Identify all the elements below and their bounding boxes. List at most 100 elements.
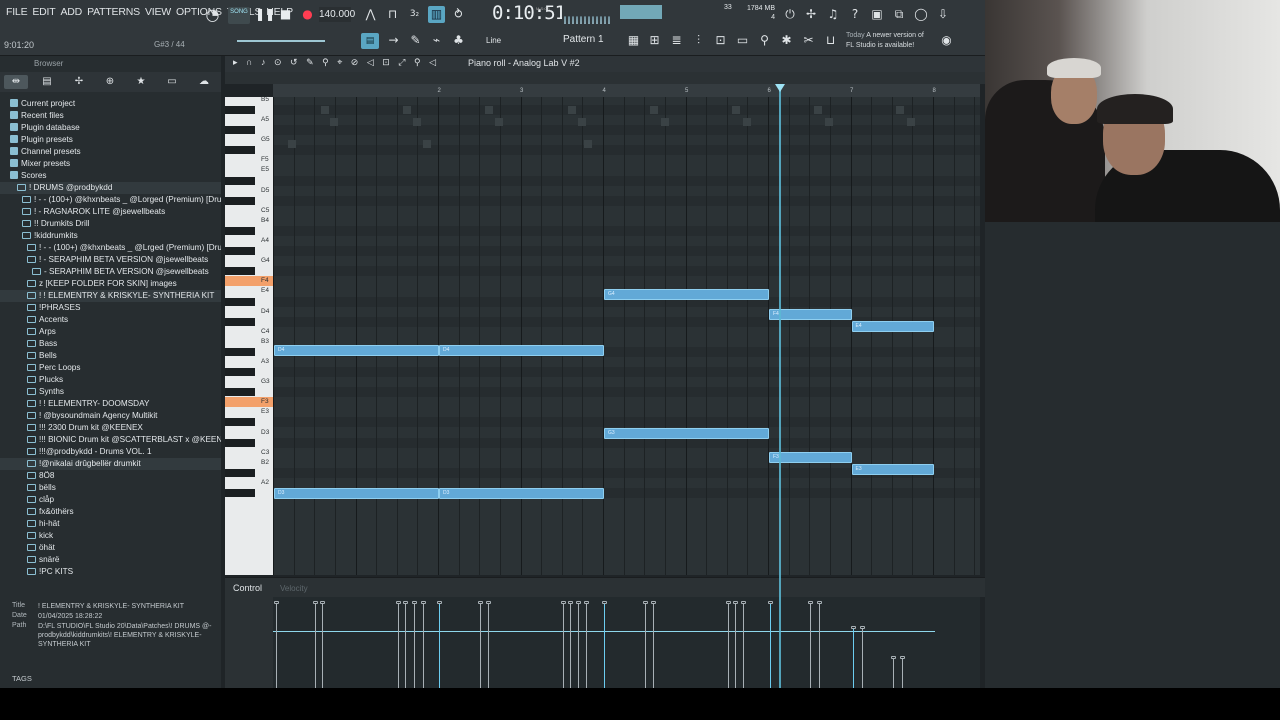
black-key[interactable] <box>225 196 255 205</box>
play-button[interactable]: ❚❚ <box>255 6 275 23</box>
browser-item[interactable]: hi-hät <box>0 518 221 530</box>
menu-patterns[interactable]: PATTERNS <box>87 6 140 18</box>
browser-folder-icon[interactable]: ▭ <box>165 75 179 89</box>
browser-item[interactable]: z [KEEP FOLDER FOR SKIN] images <box>0 278 221 290</box>
line-tool-select[interactable]: Line <box>486 36 501 45</box>
browser-item[interactable]: !!! BIONIC Drum kit @SCATTERBLAST x @KEE… <box>0 434 221 446</box>
velocity-stem[interactable] <box>819 603 820 688</box>
browser-item[interactable]: kick <box>0 530 221 542</box>
piano-roll-icon[interactable]: ⊡ <box>712 32 729 49</box>
velocity-stem[interactable] <box>743 603 744 688</box>
midi-note[interactable]: F3 <box>769 452 852 463</box>
black-key[interactable] <box>225 468 255 477</box>
cut-icon[interactable]: ✂ <box>800 32 817 49</box>
save-icon[interactable]: ▣ <box>869 6 885 22</box>
black-key[interactable] <box>225 126 255 135</box>
velocity-stem[interactable] <box>570 603 571 688</box>
browser-item[interactable]: Channel presets <box>0 146 221 158</box>
velocity-stem[interactable] <box>862 628 863 688</box>
browser-star-icon[interactable]: ★ <box>134 75 148 89</box>
song-toggle[interactable]: SONG <box>228 7 250 24</box>
browser-item[interactable]: !!! 2300 Drum kit @KEENEX <box>0 422 221 434</box>
stop-button[interactable]: ■ <box>277 6 294 23</box>
black-key[interactable] <box>225 267 255 276</box>
browser-item[interactable]: Recent files <box>0 110 221 122</box>
help-icon[interactable]: ? <box>847 6 863 22</box>
velocity-stem[interactable] <box>853 628 854 688</box>
snap-icon[interactable]: ▤ <box>361 33 379 49</box>
pencil-icon[interactable]: ✎ <box>407 32 424 49</box>
browser-item[interactable]: Perc Loops <box>0 362 221 374</box>
arrow-right-icon[interactable]: → <box>385 32 402 49</box>
browser-item[interactable]: öhät <box>0 542 221 554</box>
velocity-handle[interactable] <box>900 656 905 659</box>
velocity-handle[interactable] <box>403 601 408 604</box>
playhead-marker[interactable] <box>775 84 785 92</box>
velocity-handle[interactable] <box>437 601 442 604</box>
velocity-handle[interactable] <box>768 601 773 604</box>
browser-item[interactable]: Synths <box>0 386 221 398</box>
velocity-stem[interactable] <box>563 603 564 688</box>
browser-item[interactable]: !PC KITS <box>0 566 221 578</box>
power-icon[interactable]: ⏻ <box>782 6 798 22</box>
velocity-handle[interactable] <box>568 601 573 604</box>
velocity-stem[interactable] <box>322 603 323 688</box>
metronome-icon[interactable]: ⋀ <box>362 6 379 23</box>
velocity-stem[interactable] <box>893 658 894 688</box>
midi-note[interactable]: D4 <box>274 345 439 356</box>
mixer-link-icon[interactable]: ✢ <box>803 6 819 22</box>
velocity-lane[interactable] <box>273 597 980 688</box>
stamp-icon[interactable]: ♣ <box>450 32 467 49</box>
velocity-stem[interactable] <box>405 603 406 688</box>
browser-item[interactable]: !kiddrumkits <box>0 230 221 242</box>
velocity-handle[interactable] <box>891 656 896 659</box>
velocity-handle[interactable] <box>733 601 738 604</box>
browser-item[interactable]: Plugin presets <box>0 134 221 146</box>
piano-keyboard[interactable]: B5 A5 G5 F5 E5 D5 C5 B4 A4 G4 F4 E4 D4 C4 B3 A3 G3 F3 E3 D3… <box>225 96 273 575</box>
touch-icon[interactable]: ✱ <box>778 32 795 49</box>
black-key[interactable] <box>225 489 255 498</box>
menu-edit[interactable]: EDIT <box>32 6 55 18</box>
browser-item[interactable]: fx&öthërs <box>0 506 221 518</box>
midi-note[interactable]: D3 <box>439 488 604 499</box>
black-key[interactable] <box>225 146 255 155</box>
pattern-list-icon[interactable]: ▦ <box>625 32 642 49</box>
browser-item[interactable]: - SERAPHIM BETA VERSION @jsewellbeats <box>0 266 221 278</box>
black-key[interactable] <box>225 368 255 377</box>
velocity-handle[interactable] <box>478 601 483 604</box>
velocity-stem[interactable] <box>398 603 399 688</box>
black-key[interactable] <box>225 438 255 447</box>
black-key[interactable] <box>225 418 255 427</box>
velocity-stem[interactable] <box>578 603 579 688</box>
velocity-stem[interactable] <box>645 603 646 688</box>
piano-roll-grid[interactable]: G4 F4 E4 D4 D4 G3 F3 E3 D3 D3 <box>273 97 980 575</box>
cart-icon[interactable]: ⊔ <box>822 32 839 49</box>
browser-item[interactable]: clåp <box>0 494 221 506</box>
mixer-icon[interactable]: ⫶ <box>690 32 707 49</box>
pattern-selector[interactable]: Pattern 1 <box>563 34 604 45</box>
menu-add[interactable]: ADD <box>61 6 83 18</box>
browser-item[interactable]: ! ! ELEMENTRY & KRISKYLE- SYNTHERIA KIT <box>0 290 221 302</box>
velocity-handle[interactable] <box>602 601 607 604</box>
velocity-stem[interactable] <box>315 603 316 688</box>
piano-roll-title[interactable]: Piano roll - Analog Lab V #2 <box>468 58 580 68</box>
velocity-handle[interactable] <box>396 601 401 604</box>
velocity-handle[interactable] <box>808 601 813 604</box>
velocity-handle[interactable] <box>576 601 581 604</box>
black-key[interactable] <box>225 317 255 326</box>
browser-item[interactable]: !PHRASES <box>0 302 221 314</box>
velocity-handle[interactable] <box>741 601 746 604</box>
channel-rack-icon[interactable]: ≣ <box>668 32 685 49</box>
black-key[interactable] <box>225 247 255 256</box>
browser-item[interactable]: ! - - (100+) @khxnbeats _ @Lrged (Premiu… <box>0 242 221 254</box>
step-edit-icon[interactable]: ▥ <box>428 6 445 23</box>
velocity-handle[interactable] <box>320 601 325 604</box>
browser-item[interactable]: ! ! ELEMENTRY- DOOMSDAY <box>0 398 221 410</box>
piano-roll-tools[interactable]: ▸ ∩ ♪ ⊙ ↺ ✎ ⚲ ⌖ ⊘ ◁ ⊡ ⤢ ⚲ ◁ <box>233 57 439 68</box>
song-clock[interactable]: 0:10:51 <box>492 2 566 24</box>
tags-label[interactable]: TAGS <box>12 674 32 683</box>
wait-input-icon[interactable]: ⊓ <box>384 6 401 23</box>
playlist-icon[interactable]: ⊞ <box>646 32 663 49</box>
midi-note[interactable]: E4 <box>851 321 934 332</box>
record-button[interactable]: ● <box>299 6 316 23</box>
